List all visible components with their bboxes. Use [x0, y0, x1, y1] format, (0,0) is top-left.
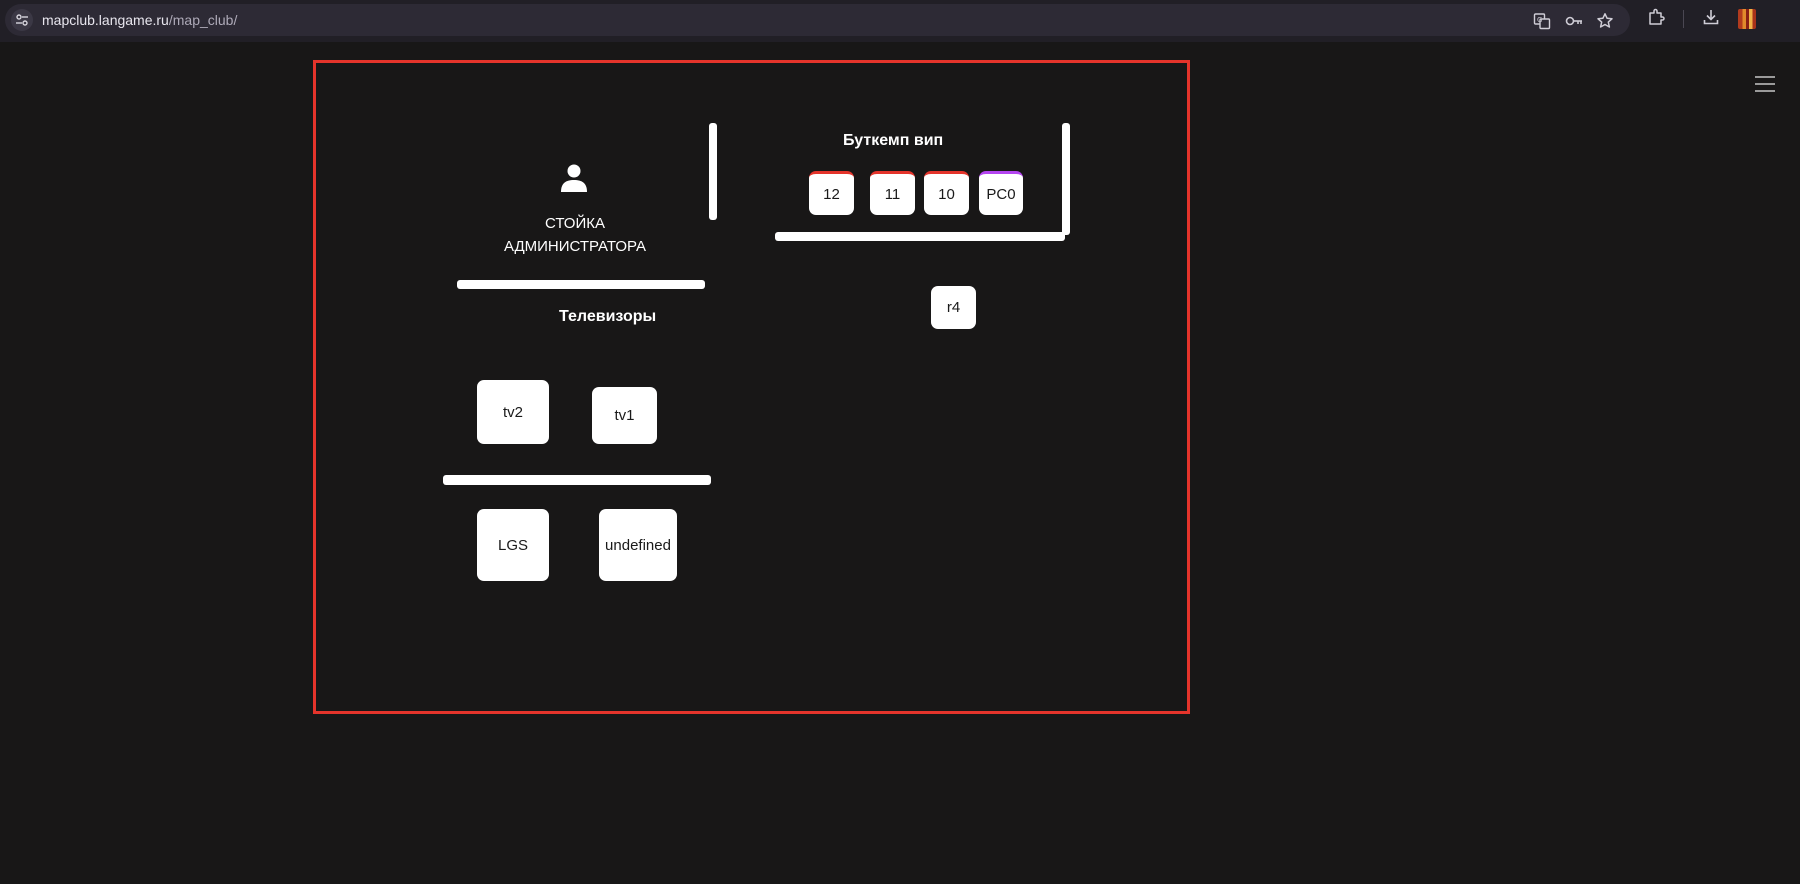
device-lgs[interactable]: LGS: [477, 509, 549, 581]
tv-zone-title: Телевизоры: [559, 308, 657, 325]
bootcamp-zone-title: Буткемп вип: [843, 132, 944, 149]
tv-tv2[interactable]: tv2: [477, 380, 549, 444]
svg-text:G: G: [1537, 16, 1542, 24]
pc-10[interactable]: 10: [924, 171, 969, 215]
wall-tv-bottom: [443, 475, 711, 485]
key-icon[interactable]: [1565, 12, 1583, 30]
pc-12[interactable]: 12: [809, 171, 854, 215]
bookmark-star-icon[interactable]: [1596, 12, 1614, 30]
address-bar[interactable]: mapclub.langame.ru/map_club/ G: [5, 4, 1630, 36]
wall-admin-bottom: [457, 280, 705, 289]
url-host: mapclub.langame.ru: [42, 12, 169, 28]
download-icon[interactable]: [1702, 8, 1720, 26]
extensions-icon[interactable]: [1647, 8, 1665, 26]
wall-vertical-right: [1062, 123, 1070, 235]
menu-icon[interactable]: [1755, 76, 1775, 93]
admin-desk-label: СТОЙКА АДМИНИСТРАТОРА: [480, 212, 670, 258]
menu-line: [1755, 83, 1775, 85]
wall-bootcamp-bottom: [775, 232, 1065, 241]
wall-vertical-left: [709, 123, 717, 220]
toolbar-separator: [1683, 10, 1684, 28]
pc-11[interactable]: 11: [870, 171, 915, 215]
menu-line: [1755, 76, 1775, 78]
pc-r4[interactable]: r4: [931, 286, 976, 329]
admin-desk-line1: СТОЙКА: [544, 215, 605, 232]
admin-desk-line2: АДМИНИСТРАТОРА: [503, 238, 647, 255]
pc-pc0[interactable]: PC0: [979, 171, 1023, 215]
menu-line: [1755, 90, 1775, 92]
url-path: /map_club/: [168, 12, 238, 28]
club-map-frame: [313, 60, 1190, 714]
device-undefined[interactable]: undefined: [599, 509, 677, 581]
browser-toolbar: mapclub.langame.ru/map_club/ G: [0, 0, 1800, 42]
tv-tv1[interactable]: tv1: [592, 387, 657, 444]
admin-person-icon: [561, 164, 587, 192]
translate-icon[interactable]: G: [1533, 12, 1551, 30]
url-text[interactable]: mapclub.langame.ru/map_club/: [42, 12, 237, 28]
site-info-icon[interactable]: [11, 9, 33, 31]
extension-thumbnail-icon[interactable]: [1738, 9, 1756, 29]
